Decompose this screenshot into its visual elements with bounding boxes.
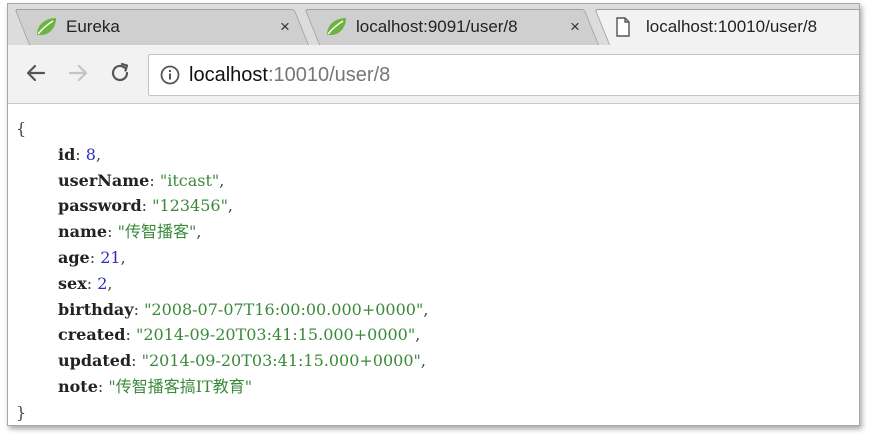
json-field-row: updated: "2014-09-20T03:41:15.000+0000",	[16, 348, 859, 374]
url-path: :10010/user/8	[267, 63, 391, 86]
json-value: "传智播客"	[117, 222, 197, 242]
json-value: 8	[85, 144, 96, 164]
json-field-row: name: "传智播客",	[16, 219, 859, 245]
close-icon[interactable]: ×	[280, 17, 290, 37]
colon: :	[141, 196, 153, 216]
info-icon[interactable]	[159, 64, 181, 86]
json-value: "2014-09-20T03:41:15.000+0000"	[135, 325, 416, 345]
json-value: "2014-09-20T03:41:15.000+0000"	[141, 351, 421, 371]
colon: :	[125, 325, 136, 345]
colon: :	[75, 144, 86, 164]
json-field-row: id: 8,	[16, 142, 859, 168]
json-field-row: note: "传智播客搞IT教育"	[16, 374, 859, 400]
json-value: "itcast"	[159, 170, 220, 190]
json-value: "123456"	[152, 196, 228, 216]
close-icon[interactable]: ×	[570, 17, 580, 37]
colon: :	[149, 170, 160, 190]
json-key: created	[58, 325, 126, 345]
json-key: updated	[58, 351, 132, 371]
comma: ,	[415, 325, 421, 345]
comma: ,	[120, 247, 126, 267]
json-content: { id: 8, userName: "itcast", password: "12…	[8, 104, 859, 425]
json-value: "传智播客搞IT教育"	[108, 376, 253, 396]
colon: :	[97, 376, 109, 396]
json-fields: id: 8, userName: "itcast", password: "1234…	[16, 142, 859, 400]
back-button[interactable]	[21, 58, 51, 88]
comma: ,	[95, 144, 102, 164]
url-text[interactable]: localhost:10010/user/8	[189, 64, 390, 87]
json-key: note	[58, 376, 98, 396]
tab-strip: Eureka × localhost:9091/user/8 × localho…	[8, 4, 859, 46]
json-field-row: sex: 2,	[16, 271, 859, 297]
browser-window: Eureka × localhost:9091/user/8 × localho…	[7, 3, 860, 426]
json-field-row: userName: "itcast",	[16, 168, 859, 194]
colon: :	[107, 222, 118, 242]
forward-arrow-icon	[68, 64, 88, 82]
tab-localhost-10010-content[interactable]: localhost:10010/user/8	[614, 9, 859, 45]
tab-label: Eureka	[66, 17, 120, 36]
forward-button[interactable]	[63, 58, 93, 88]
tab-label: localhost:10010/user/8	[646, 17, 818, 36]
comma: ,	[423, 299, 429, 319]
tab-localhost-9091-content[interactable]: localhost:9091/user/8 ×	[324, 9, 594, 45]
toolbar: localhost:10010/user/8	[8, 45, 859, 104]
json-value: 2	[97, 273, 108, 293]
comma: ,	[107, 273, 113, 293]
json-field-row: birthday: "2008-07-07T16:00:00.000+0000"…	[16, 297, 859, 323]
json-key: password	[58, 196, 142, 216]
json-key: userName	[58, 170, 150, 190]
close-brace: }	[16, 402, 27, 422]
json-key: sex	[58, 273, 87, 293]
comma: ,	[219, 170, 225, 190]
colon: :	[133, 299, 145, 319]
json-field-row: age: 21,	[16, 245, 859, 271]
reload-icon	[111, 62, 129, 82]
comma: ,	[196, 222, 202, 242]
colon: :	[131, 351, 142, 371]
open-brace: {	[16, 119, 27, 138]
json-key: id	[58, 144, 76, 164]
json-key: birthday	[58, 299, 134, 319]
back-arrow-icon	[26, 64, 46, 82]
json-value: 21	[100, 247, 121, 267]
json-key: age	[58, 247, 90, 267]
json-value: "2008-07-07T16:00:00.000+0000"	[144, 299, 424, 319]
json-field-row: created: "2014-09-20T03:41:15.000+0000",	[16, 322, 859, 348]
json-key: name	[58, 222, 108, 242]
comma: ,	[420, 351, 426, 371]
spring-leaf-icon	[327, 18, 346, 36]
tab-label: localhost:9091/user/8	[356, 17, 518, 36]
address-bar[interactable]: localhost:10010/user/8	[148, 54, 859, 96]
colon: :	[89, 247, 101, 267]
page-icon	[616, 17, 630, 37]
colon: :	[86, 273, 98, 293]
reload-button[interactable]	[105, 58, 135, 88]
url-host: localhost	[189, 63, 268, 86]
comma: ,	[227, 196, 234, 216]
json-field-row: password: "123456",	[16, 193, 859, 219]
spring-leaf-icon	[37, 18, 56, 36]
tab-eureka-content[interactable]: Eureka ×	[34, 9, 304, 45]
